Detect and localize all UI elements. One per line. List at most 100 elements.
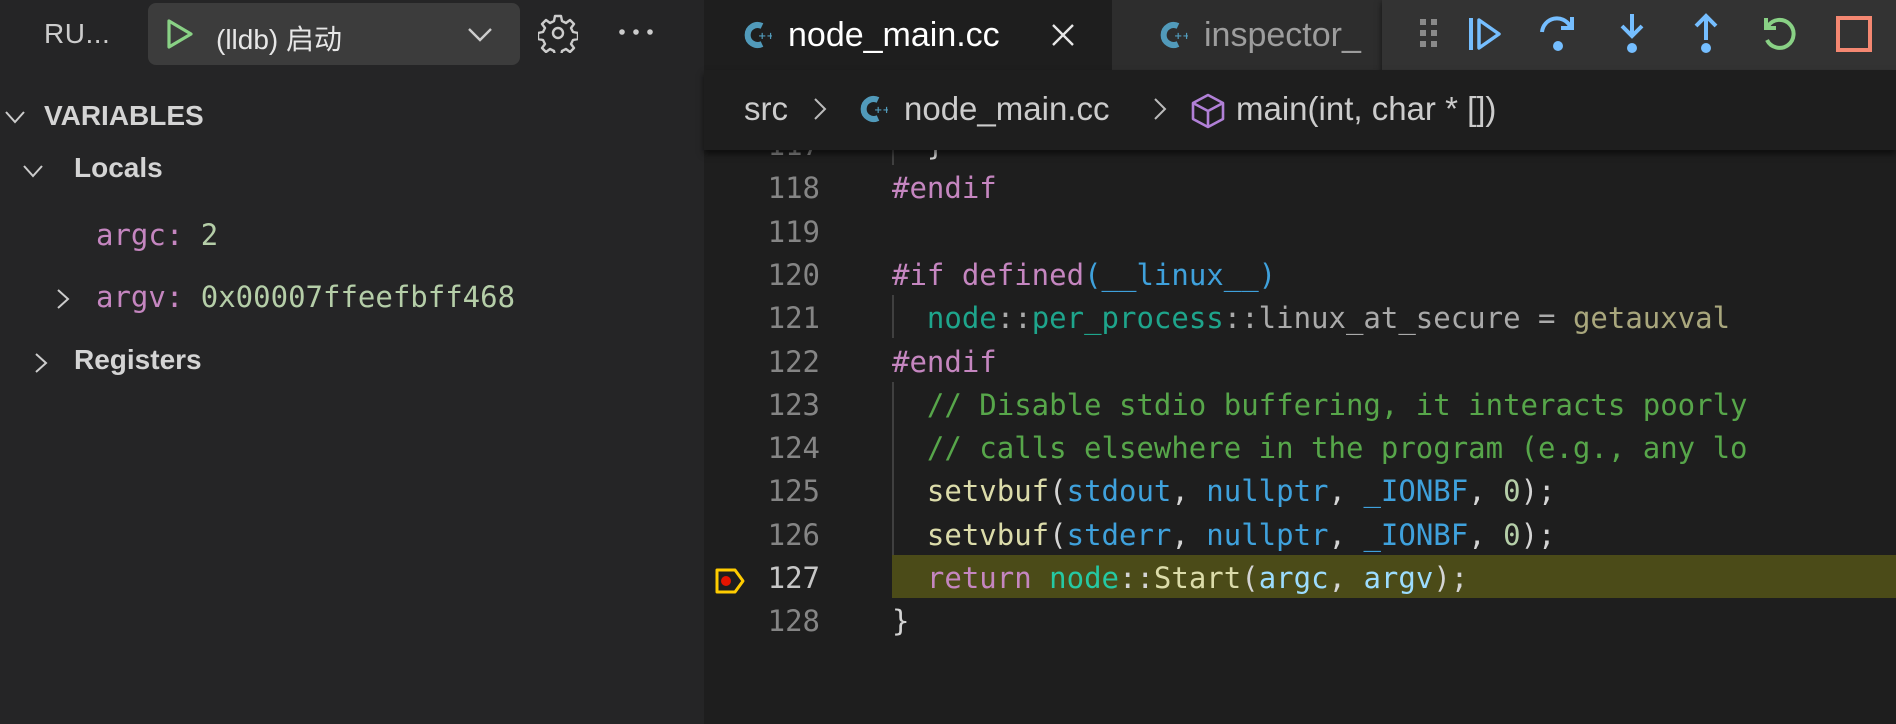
code-token: , [1328,517,1364,552]
cpp-file-icon: ++ [1160,22,1188,48]
code-token: 0 [1503,517,1521,552]
step-out-icon [1694,13,1718,53]
code-token: } [892,150,944,162]
code-token: } [892,604,910,639]
code-token: ( [1049,517,1067,552]
restart-button[interactable] [1756,10,1804,58]
code-token: node [892,301,997,336]
code-token: #endif [892,171,997,206]
line-number: 128 [767,604,820,639]
colon: : [165,280,201,314]
code-token: setvbuf [892,474,1050,509]
chevron-right-icon [1154,98,1167,120]
line-number: 127 [767,561,820,595]
colon: : [165,218,201,252]
code-line[interactable]: 127 return node::Start(argc, argv); [704,555,1896,599]
line-number: 124 [767,431,820,466]
breadcrumb-file[interactable]: node_main.cc [904,90,1109,128]
drag-handle-icon[interactable] [1418,17,1440,49]
code-token: :: [1223,301,1259,336]
breadcrumb-folder[interactable]: src [744,90,788,128]
code-token: getauxval [1572,301,1731,336]
code-line[interactable]: 124 // calls elsewhere in the program (e… [704,425,1896,468]
tree-item-registers[interactable]: Registers [0,338,704,388]
code-token: , [1171,517,1207,552]
line-number: 121 [767,301,820,336]
code-line[interactable]: 120 #if defined(__linux__) [704,252,1896,295]
close-icon[interactable] [1050,22,1076,48]
code-token: ( [1049,474,1067,509]
code-token: , [1328,561,1364,595]
step-out-button[interactable] [1682,10,1730,58]
code-line[interactable]: 122 #endif [704,339,1896,382]
code-token: , [1328,474,1364,509]
variables-section-title: VARIABLES [44,100,204,131]
line-number: 122 [767,344,820,379]
chevron-right-icon [57,289,70,309]
code-token: argv [1363,561,1434,595]
code-editor[interactable]: 117 }118#endif119120#if defined(__linux_… [704,150,1896,724]
gear-icon[interactable] [538,13,578,53]
code-token: ); [1520,474,1556,509]
code-token: :: [1119,561,1154,595]
line-number: 119 [767,214,820,249]
indent-guide [892,295,894,339]
continue-button[interactable] [1460,10,1508,58]
code-text: #endif [892,171,997,205]
code-line[interactable]: 123 // Disable stdio buffering, it inter… [704,382,1896,425]
sidebar-title: RU... [44,18,111,49]
variable-argc[interactable]: argc: 2 [0,212,704,262]
code-token: , [1468,517,1504,552]
variable-value: 0x00007ffeefbff468 [200,280,516,314]
code-line[interactable]: 119 [704,209,1896,252]
code-token: #endif [892,344,997,379]
step-into-button[interactable] [1608,10,1656,58]
code-token: #if defined [892,257,1085,292]
code-line[interactable]: 126 setvbuf(stderr, nullptr, _IONBF, 0); [704,512,1896,555]
code-token: stderr [1066,517,1172,552]
variable-name: argv [96,280,166,314]
line-number: 120 [767,257,820,292]
step-into-icon [1620,14,1644,53]
chevron-down-icon [5,111,25,124]
tab-node-main[interactable]: ++ node_main.cc [704,0,1112,70]
restart-icon [1764,17,1796,50]
code-line[interactable]: 121 node::per_process::linux_at_secure =… [704,295,1896,338]
step-over-icon [1540,16,1574,51]
variable-argv[interactable]: argv: 0x00007ffeefbff468 [0,274,704,324]
code-token: argc [1258,561,1329,595]
code-line[interactable]: 118 #endif [704,165,1896,208]
tab-label: inspector_ [1204,16,1361,54]
svg-text:++: ++ [874,105,888,116]
line-number: 123 [767,387,820,422]
line-number: 117 [704,150,820,162]
code-line[interactable]: 117 } [704,150,1896,165]
indent-guide [892,150,894,166]
play-icon[interactable] [162,17,196,51]
variables-section-header[interactable]: VARIABLES [0,96,704,136]
code-token: ) [1258,257,1277,292]
code-text: #if defined(__linux__) [892,258,1276,292]
line-number: 125 [767,474,820,509]
run-debug-sidebar: RU... (lldb) 启动 VARIABLES Locals argc: 2… [0,0,704,724]
tab-label: node_main.cc [788,16,1000,54]
code-token: ( [1241,561,1259,595]
code-token: ); [1520,517,1556,552]
breadcrumb-symbol[interactable]: main(int, char * []) [1236,90,1496,128]
chevron-down-icon[interactable] [466,21,494,47]
code-token: :: [996,301,1032,336]
tree-item-locals[interactable]: Locals [0,146,704,196]
launch-config-dropdown[interactable]: (lldb) 启动 [148,3,520,65]
code-token: , [1171,474,1207,509]
ellipsis-icon[interactable] [616,22,656,42]
chevron-down-icon [23,165,43,178]
code-line[interactable]: 128} [704,598,1896,641]
code-text: setvbuf(stderr, nullptr, _IONBF, 0); [892,518,1556,552]
code-token: linux_at_secure [1258,301,1521,336]
code-token: __linux__ [1101,257,1259,292]
code-token: 0 [1503,474,1521,509]
stop-button[interactable] [1830,10,1878,58]
step-over-button[interactable] [1534,10,1582,58]
code-line[interactable]: 125 setvbuf(stdout, nullptr, _IONBF, 0); [704,468,1896,511]
